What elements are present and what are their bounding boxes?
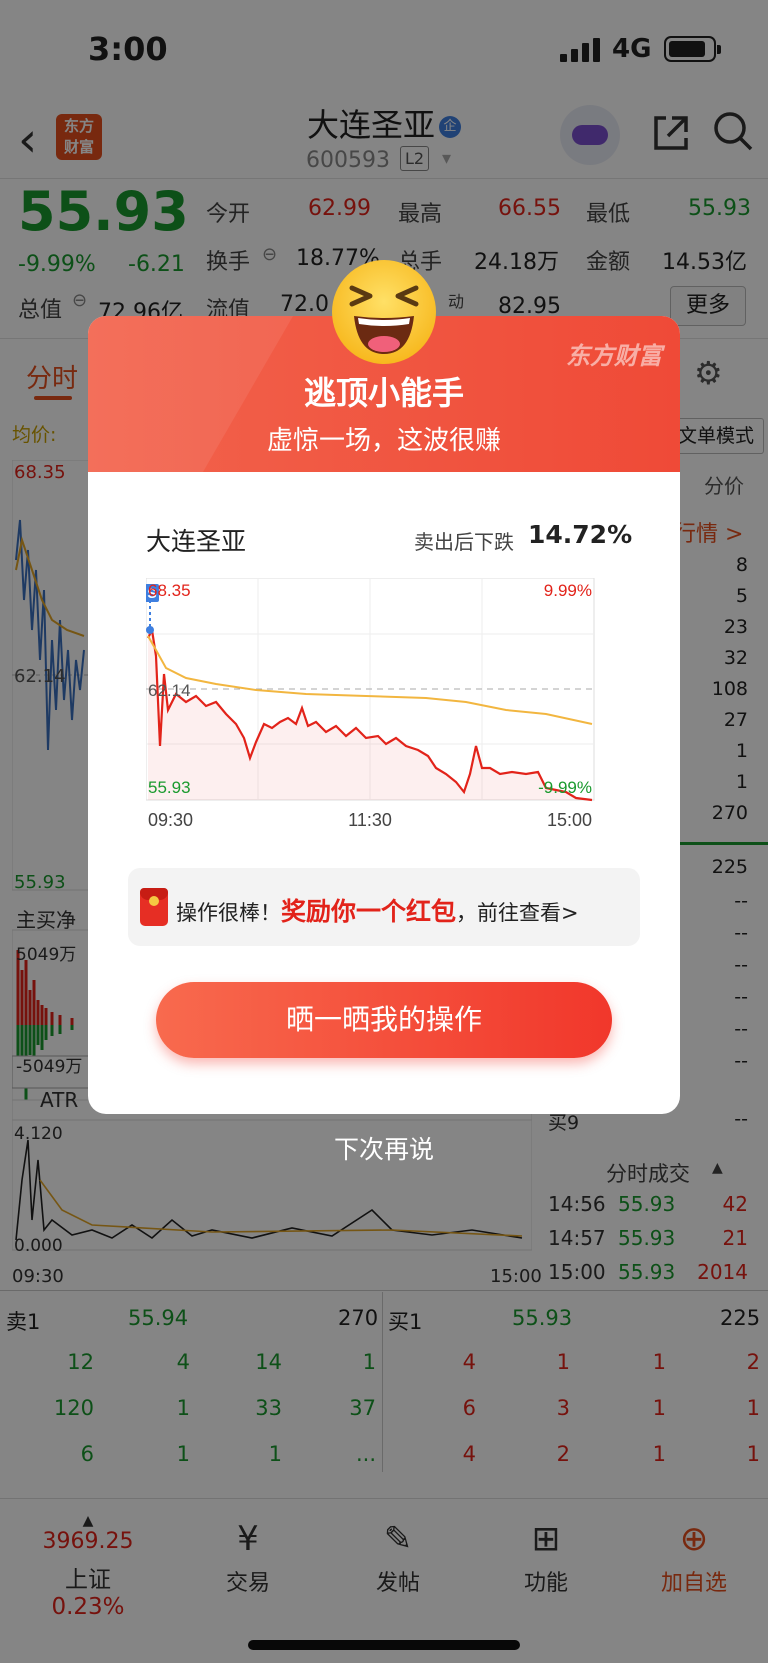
chart-prev-close-label: 62.14 [148, 681, 191, 700]
chart-low-pct-label: -9.99% [538, 778, 592, 797]
chart-low-label: 55.93 [148, 778, 191, 797]
achievement-modal: 东方财富 逃顶小能手 虚惊一场，这波很赚 大连圣亚 卖出后下跌 14.72% S… [88, 316, 680, 1114]
brand-watermark: 东方财富 [566, 342, 662, 370]
time-label: 15:00 [547, 810, 592, 830]
chart-high-label: 68.35 [148, 581, 191, 600]
chart-high-pct-label: 9.99% [544, 581, 592, 600]
modal-subtitle: 虚惊一场，这波很赚 [266, 426, 501, 456]
share-operation-button[interactable]: 晒一晒我的操作 [156, 982, 612, 1058]
drop-after-sell-label: 卖出后下跌 [414, 530, 514, 554]
red-packet-prefix: 操作很棒！ [176, 901, 281, 925]
modal-stock-name: 大连圣亚 [146, 527, 247, 556]
red-packet-banner[interactable]: 操作很棒！奖励你一个红包，前往查看> [128, 868, 640, 946]
time-label: 11:30 [348, 810, 392, 830]
red-envelope-icon [140, 888, 168, 926]
red-packet-suffix: ，前往查看> [456, 901, 579, 925]
modal-title: 逃顶小能手 [303, 374, 464, 412]
time-label: 09:30 [148, 810, 193, 830]
drop-after-sell-value: 14.72% [528, 520, 633, 549]
modal-intraday-chart: S 68.35 9.99% 62.14 55.93 -9.99% 09:30 1… [146, 578, 595, 830]
laughing-emoji-icon [332, 260, 436, 364]
red-packet-highlight: 奖励你一个红包 [281, 897, 457, 926]
red-packet-text: 操作很棒！奖励你一个红包，前往查看> [176, 892, 579, 928]
dismiss-link[interactable]: 下次再说 [0, 1130, 768, 1166]
